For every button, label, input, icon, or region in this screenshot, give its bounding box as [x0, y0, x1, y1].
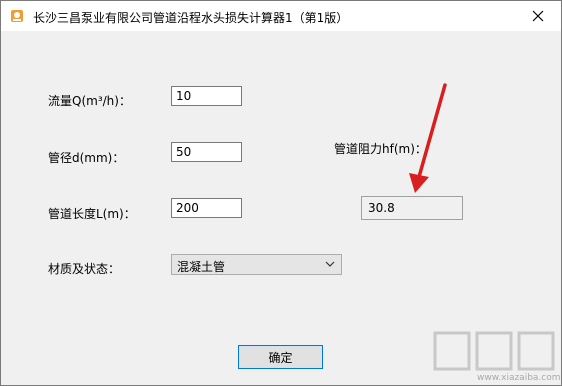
flow-label: 流量Q(m³/h)：: [48, 94, 131, 108]
result-output: 30.8: [361, 196, 463, 220]
material-selected-value: 混凝土管: [177, 260, 226, 274]
dialog-window: 长沙三昌泵业有限公司管道沿程水头损失计算器1（第1版） 流量Q(m³/h)： 管…: [0, 0, 562, 386]
chevron-down-icon: [325, 261, 335, 267]
material-label: 材质及状态：: [48, 262, 121, 276]
diameter-label: 管径d(mm)：: [48, 151, 125, 165]
app-logo-icon: [11, 10, 23, 22]
close-button[interactable]: [515, 1, 561, 31]
length-input[interactable]: [171, 198, 242, 218]
material-select[interactable]: 混凝土管: [171, 254, 342, 275]
length-label: 管道长度L(m)：: [48, 207, 136, 221]
result-value: 30.8: [368, 201, 395, 215]
ok-button[interactable]: 确定: [238, 345, 323, 369]
close-icon: [532, 10, 544, 22]
title-bar: 长沙三昌泵业有限公司管道沿程水头损失计算器1（第1版）: [1, 1, 561, 31]
flow-input[interactable]: [171, 86, 242, 106]
window-title: 长沙三昌泵业有限公司管道沿程水头损失计算器1（第1版）: [33, 11, 349, 25]
watermark-site: www.xiazaiba.com: [477, 373, 561, 383]
red-arrow-annotation: [409, 83, 447, 193]
ok-button-label: 确定: [268, 350, 293, 365]
diameter-input[interactable]: [171, 142, 242, 162]
